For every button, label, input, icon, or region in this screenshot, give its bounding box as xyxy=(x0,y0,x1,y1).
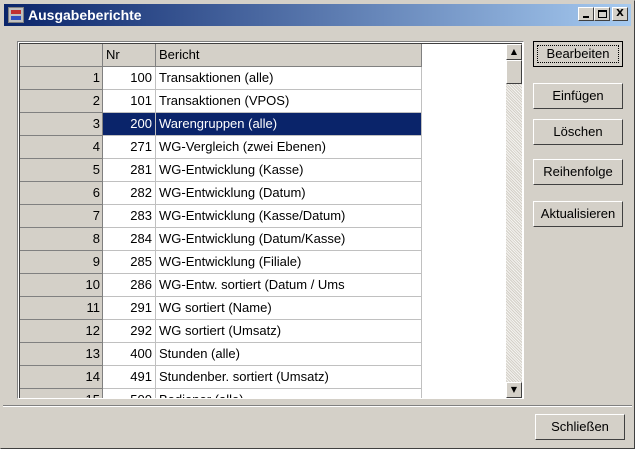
table-row[interactable]: 5 281 WG-Entwicklung (Kasse) xyxy=(20,159,422,182)
cell-bericht[interactable]: Warengruppen (alle) xyxy=(156,113,422,136)
cell-nr[interactable]: 271 xyxy=(103,136,156,159)
cell-bericht[interactable]: WG-Entwicklung (Kasse/Datum) xyxy=(156,205,422,228)
table-row[interactable]: 7 283 WG-Entwicklung (Kasse/Datum) xyxy=(20,205,422,228)
row-indicator[interactable]: 8 xyxy=(20,228,103,251)
cell-nr[interactable]: 101 xyxy=(103,90,156,113)
row-indicator[interactable]: 3 xyxy=(20,113,103,136)
app-icon[interactable] xyxy=(8,7,24,23)
row-indicator[interactable]: 1 xyxy=(20,67,103,90)
close-button[interactable]: Schließen xyxy=(535,414,625,440)
header-corner[interactable] xyxy=(20,44,103,67)
scroll-down-button[interactable]: ▼ xyxy=(506,382,522,398)
insert-button[interactable]: Einfügen xyxy=(533,83,623,109)
vertical-scrollbar[interactable]: ▲ ▼ xyxy=(506,44,522,398)
minimize-button[interactable] xyxy=(578,7,594,21)
table-row[interactable]: 4 271 WG-Vergleich (zwei Ebenen) xyxy=(20,136,422,159)
row-indicator[interactable]: 15 xyxy=(20,389,103,398)
cell-nr[interactable]: 500 xyxy=(103,389,156,398)
report-window: Ausgabeberichte X Nr Bericht 1 100 Transak… xyxy=(0,0,635,449)
table-row[interactable]: 13 400 Stunden (alle) xyxy=(20,343,422,366)
row-indicator[interactable]: 4 xyxy=(20,136,103,159)
cell-bericht[interactable]: Stundenber. sortiert (Umsatz) xyxy=(156,366,422,389)
table-row[interactable]: 12 292 WG sortiert (Umsatz) xyxy=(20,320,422,343)
window-title: Ausgabeberichte xyxy=(28,7,142,23)
title-bar[interactable]: Ausgabeberichte X xyxy=(4,4,631,26)
cell-bericht[interactable]: WG-Entwicklung (Datum) xyxy=(156,182,422,205)
edit-button[interactable]: Bearbeiten xyxy=(533,41,623,67)
report-grid: Nr Bericht 1 100 Transaktionen (alle) 2 101 T… xyxy=(17,41,524,399)
cell-nr[interactable]: 200 xyxy=(103,113,156,136)
close-icon: X xyxy=(616,8,624,19)
cell-nr[interactable]: 400 xyxy=(103,343,156,366)
cell-nr[interactable]: 282 xyxy=(103,182,156,205)
row-indicator[interactable]: 10 xyxy=(20,274,103,297)
cell-nr[interactable]: 291 xyxy=(103,297,156,320)
row-indicator[interactable]: 11 xyxy=(20,297,103,320)
table-row[interactable]: 8 284 WG-Entwicklung (Datum/Kasse) xyxy=(20,228,422,251)
cell-bericht[interactable]: WG sortiert (Name) xyxy=(156,297,422,320)
table-row[interactable]: 6 282 WG-Entwicklung (Datum) xyxy=(20,182,422,205)
cell-nr[interactable]: 284 xyxy=(103,228,156,251)
cell-bericht[interactable]: WG-Entwicklung (Filiale) xyxy=(156,251,422,274)
table-row[interactable]: 2 101 Transaktionen (VPOS) xyxy=(20,90,422,113)
refresh-button[interactable]: Aktualisieren xyxy=(533,201,623,227)
row-indicator[interactable]: 12 xyxy=(20,320,103,343)
row-indicator[interactable]: 6 xyxy=(20,182,103,205)
cell-bericht[interactable]: WG-Entwicklung (Kasse) xyxy=(156,159,422,182)
row-indicator[interactable]: 2 xyxy=(20,90,103,113)
cell-bericht[interactable]: WG-Entw. sortiert (Datum / Ums xyxy=(156,274,422,297)
table-header: Nr Bericht xyxy=(20,44,422,67)
table-row[interactable]: 3 200 Warengruppen (alle) xyxy=(20,113,422,136)
order-button[interactable]: Reihenfolge xyxy=(533,159,623,185)
delete-button[interactable]: Löschen xyxy=(533,119,623,145)
row-indicator[interactable]: 9 xyxy=(20,251,103,274)
cell-nr[interactable]: 100 xyxy=(103,67,156,90)
focus-rectangle xyxy=(537,45,619,63)
report-table: Nr Bericht 1 100 Transaktionen (alle) 2 101 T… xyxy=(20,44,422,398)
table-row[interactable]: 10 286 WG-Entw. sortiert (Datum / Ums xyxy=(20,274,422,297)
maximize-button[interactable] xyxy=(594,7,610,21)
cell-bericht[interactable]: WG-Entwicklung (Datum/Kasse) xyxy=(156,228,422,251)
cell-bericht[interactable]: Stunden (alle) xyxy=(156,343,422,366)
report-grid-body: Nr Bericht 1 100 Transaktionen (alle) 2 101 T… xyxy=(19,43,522,398)
close-window-button[interactable]: X xyxy=(612,7,628,21)
table-row[interactable]: 15500Bediener (alle) xyxy=(20,389,422,398)
cell-nr[interactable]: 285 xyxy=(103,251,156,274)
column-header-bericht[interactable]: Bericht xyxy=(156,44,422,67)
cell-bericht[interactable]: Transaktionen (VPOS) xyxy=(156,90,422,113)
cell-bericht[interactable]: Transaktionen (alle) xyxy=(156,67,422,90)
scroll-thumb[interactable] xyxy=(506,60,522,84)
table-row[interactable]: 14 491 Stundenber. sortiert (Umsatz) xyxy=(20,366,422,389)
cell-nr[interactable]: 286 xyxy=(103,274,156,297)
row-indicator[interactable]: 7 xyxy=(20,205,103,228)
arrow-up-icon: ▲ xyxy=(510,47,518,56)
divider xyxy=(3,405,632,407)
cell-nr[interactable]: 283 xyxy=(103,205,156,228)
arrow-down-icon: ▼ xyxy=(510,385,518,394)
scroll-up-button[interactable]: ▲ xyxy=(506,44,522,60)
cell-bericht[interactable]: Bediener (alle) xyxy=(156,389,422,398)
table-row[interactable]: 11 291 WG sortiert (Name) xyxy=(20,297,422,320)
cell-nr[interactable]: 292 xyxy=(103,320,156,343)
cell-nr[interactable]: 281 xyxy=(103,159,156,182)
cell-bericht[interactable]: WG-Vergleich (zwei Ebenen) xyxy=(156,136,422,159)
table-row[interactable]: 9 285 WG-Entwicklung (Filiale) xyxy=(20,251,422,274)
maximize-icon xyxy=(598,10,607,18)
row-indicator[interactable]: 14 xyxy=(20,366,103,389)
cell-nr[interactable]: 491 xyxy=(103,366,156,389)
minimize-icon xyxy=(583,16,589,18)
column-header-nr[interactable]: Nr xyxy=(103,44,156,67)
table-row[interactable]: 1 100 Transaktionen (alle) xyxy=(20,67,422,90)
row-indicator[interactable]: 13 xyxy=(20,343,103,366)
row-indicator[interactable]: 5 xyxy=(20,159,103,182)
cell-bericht[interactable]: WG sortiert (Umsatz) xyxy=(156,320,422,343)
